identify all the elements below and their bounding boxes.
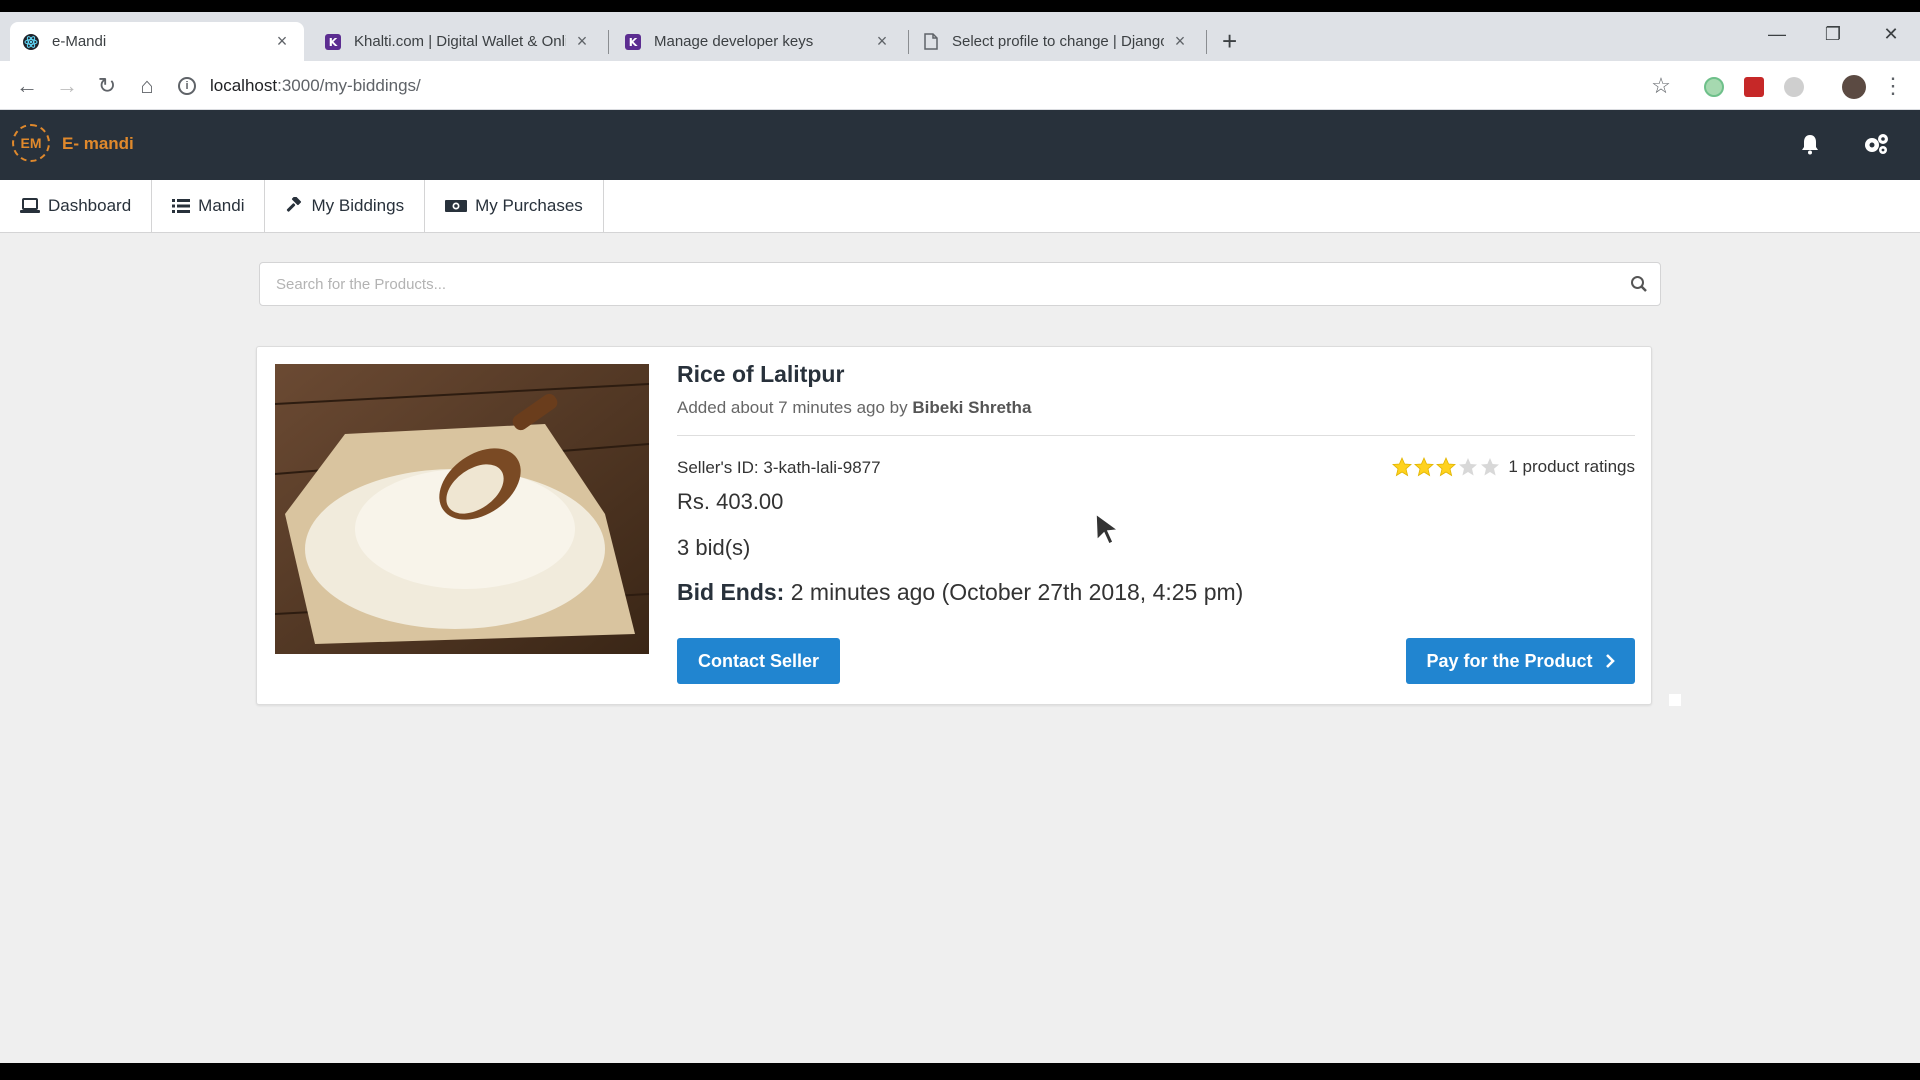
money-icon	[445, 200, 468, 212]
extension-icon[interactable]	[1744, 77, 1764, 97]
product-price: Rs. 403.00	[677, 489, 784, 514]
nav-my-purchases[interactable]: My Purchases	[425, 180, 604, 232]
url-host: localhost	[210, 76, 278, 95]
home-icon[interactable]: ⌂	[134, 73, 160, 99]
gavel-icon	[287, 197, 302, 212]
extension-icon[interactable]	[1784, 77, 1804, 97]
star-filled-icon[interactable]	[1414, 457, 1435, 477]
logo-mark[interactable]: EM	[12, 124, 50, 162]
laptop-icon	[20, 198, 40, 213]
page-icon	[922, 33, 940, 51]
product-search	[259, 262, 1661, 306]
tab-separator	[1206, 30, 1207, 54]
button-label: Pay for the Product	[1426, 650, 1593, 671]
logo-text[interactable]: E- mandi	[62, 134, 134, 154]
reload-icon[interactable]: ↻	[94, 73, 120, 99]
star-empty-icon[interactable]	[1480, 457, 1500, 477]
main-nav: Dashboard Mandi My Biddings My Purchases	[0, 180, 1920, 233]
window-close-icon[interactable]: ✕	[1876, 24, 1906, 45]
bid-ends-value: 2 minutes ago (October 27th 2018, 4:25 p…	[790, 579, 1244, 605]
nav-label: My Biddings	[311, 196, 405, 215]
bell-icon[interactable]	[1798, 132, 1822, 156]
nav-dashboard[interactable]: Dashboard	[0, 180, 153, 232]
added-text: Added about 7 minutes ago by	[677, 398, 908, 417]
button-label: Contact Seller	[697, 650, 820, 671]
product-name[interactable]: Rice of Lalitpur	[677, 361, 844, 388]
search-icon[interactable]	[1630, 275, 1648, 293]
product-card: Rice of Lalitpur Added about 7 minutes a…	[256, 346, 1652, 705]
info-icon[interactable]: i	[178, 77, 196, 95]
star-filled-icon[interactable]	[1436, 457, 1457, 477]
bid-count: 3 bid(s)	[677, 535, 751, 560]
list-icon	[172, 199, 191, 213]
nav-mandi[interactable]: Mandi	[152, 180, 266, 232]
url-path: :3000/my-biddings/	[277, 76, 421, 95]
contact-seller-button[interactable]: Contact Seller	[677, 638, 840, 684]
browser-toolbar: ← → ↻ ⌂ i localhost:3000/my-biddings/ ☆ …	[0, 61, 1920, 110]
tab-emandi[interactable]: e-Mandi ×	[10, 22, 304, 61]
avatar[interactable]	[1842, 75, 1866, 99]
forward-icon[interactable]: →	[54, 73, 80, 99]
bookmark-star-icon[interactable]: ☆	[1648, 73, 1674, 99]
close-icon[interactable]: ×	[272, 31, 292, 52]
tab-strip: e-Mandi × K Khalti.com | Digital Wallet …	[0, 12, 1920, 61]
khalti-icon: K	[324, 33, 342, 51]
settings-gears-icon[interactable]	[1862, 132, 1890, 156]
product-rating: 1 product ratings	[1392, 457, 1635, 477]
menu-dots-icon[interactable]: ⋮	[1880, 73, 1906, 99]
svg-text:K: K	[629, 36, 638, 49]
nav-label: Dashboard	[48, 196, 132, 215]
tab-django[interactable]: Select profile to change | Django ×	[910, 22, 1202, 61]
close-icon[interactable]: ×	[572, 31, 592, 52]
search-input[interactable]	[260, 263, 1600, 305]
tab-title: Manage developer keys	[654, 33, 814, 50]
close-icon[interactable]: ×	[1170, 31, 1190, 52]
new-tab-icon[interactable]: +	[1222, 28, 1237, 54]
khalti-icon: K	[624, 33, 642, 51]
restore-icon[interactable]: ❐	[1818, 24, 1848, 45]
tab-developer-keys[interactable]: K Manage developer keys ×	[612, 22, 904, 61]
browser-window: e-Mandi × K Khalti.com | Digital Wallet …	[0, 12, 1920, 1063]
chevron-right-icon	[1605, 654, 1615, 668]
nav-label: Mandi	[198, 196, 245, 215]
back-icon[interactable]: ←	[14, 73, 40, 99]
nav-label: My Purchases	[475, 196, 583, 215]
nav-my-biddings[interactable]: My Biddings	[265, 180, 426, 232]
tab-separator	[908, 30, 909, 54]
close-icon[interactable]: ×	[872, 31, 892, 52]
minimize-icon[interactable]: —	[1762, 24, 1792, 45]
rating-stars[interactable]	[1392, 457, 1502, 477]
bid-ends-label: Bid Ends:	[677, 579, 785, 605]
product-image[interactable]	[275, 364, 649, 654]
product-meta: Added about 7 minutes ago by Bibeki Shre…	[677, 398, 1031, 418]
app-navbar: EM E- mandi	[0, 110, 1920, 180]
mouse-cursor-icon	[1095, 512, 1121, 546]
pay-for-product-button[interactable]: Pay for the Product	[1406, 638, 1635, 684]
react-icon	[22, 33, 40, 51]
tab-title: e-Mandi	[52, 33, 107, 50]
svg-text:K: K	[329, 36, 338, 49]
seller-name[interactable]: Bibeki Shretha	[912, 398, 1031, 417]
seller-id: Seller's ID: 3-kath-lali-9877	[677, 458, 881, 477]
tab-title: Select profile to change | Django	[952, 33, 1164, 50]
star-empty-icon[interactable]	[1458, 457, 1478, 477]
tab-separator	[608, 30, 609, 54]
extension-icon[interactable]	[1704, 77, 1724, 97]
rating-text: 1 product ratings	[1508, 457, 1635, 476]
address-bar[interactable]: i localhost:3000/my-biddings/	[178, 72, 1658, 100]
divider	[677, 435, 1635, 436]
bid-ends: Bid Ends: 2 minutes ago (October 27th 20…	[677, 579, 1243, 606]
star-filled-icon[interactable]	[1392, 457, 1413, 477]
tab-title: Khalti.com | Digital Wallet & Onli	[354, 33, 566, 50]
scroll-marker	[1669, 694, 1681, 706]
tab-khalti[interactable]: K Khalti.com | Digital Wallet & Onli ×	[312, 22, 604, 61]
